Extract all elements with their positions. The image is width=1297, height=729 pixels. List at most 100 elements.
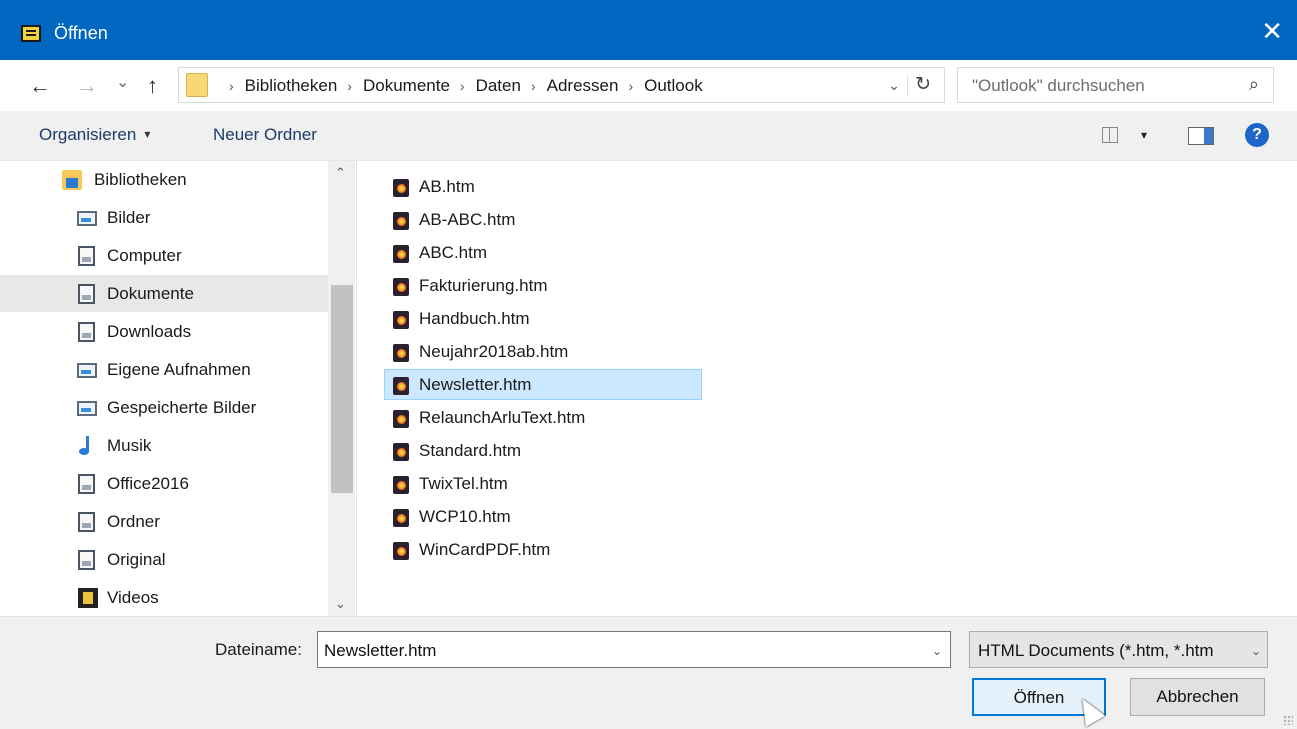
- nav-item-bibliotheken[interactable]: Bibliotheken: [0, 161, 328, 198]
- html-file-icon: [393, 476, 409, 494]
- nav-item-label: Original: [107, 550, 166, 569]
- chevron-up-icon[interactable]: ⌃: [335, 165, 346, 181]
- html-file-icon: [393, 443, 409, 461]
- html-file-icon: [393, 245, 409, 263]
- html-file-icon: [393, 179, 409, 197]
- chevron-right-icon[interactable]: ›: [628, 78, 633, 94]
- file-item-selected[interactable]: Newsletter.htm: [384, 369, 702, 400]
- new-folder-button[interactable]: Neuer Ordner: [213, 125, 317, 145]
- file-item[interactable]: ABC.htm: [384, 237, 702, 268]
- nav-item-musik[interactable]: Musik: [0, 427, 328, 464]
- file-item[interactable]: Neujahr2018ab.htm: [384, 336, 702, 367]
- file-name: WCP10.htm: [419, 507, 511, 526]
- address-row: ← → ⌄ ↑ › Bibliotheken › Dokumente › Dat…: [0, 60, 1297, 111]
- breadcrumb-item-bibliotheken[interactable]: Bibliotheken: [245, 76, 338, 96]
- nav-item-label: Ordner: [107, 512, 160, 531]
- nav-item-label: Computer: [107, 246, 182, 265]
- file-item[interactable]: Handbuch.htm: [384, 303, 702, 334]
- nav-item-bilder[interactable]: Bilder: [0, 199, 328, 236]
- close-icon[interactable]: ✕: [1261, 18, 1283, 44]
- nav-item-label: Office2016: [107, 474, 189, 493]
- chevron-right-icon[interactable]: ›: [531, 78, 536, 94]
- nav-item-videos[interactable]: Videos: [0, 579, 328, 616]
- nav-item-label: Bilder: [107, 208, 151, 227]
- forward-arrow-icon[interactable]: →: [76, 73, 98, 99]
- file-name: Neujahr2018ab.htm: [419, 342, 569, 361]
- organize-button[interactable]: Organisieren ▾: [39, 125, 150, 145]
- divider: [907, 74, 908, 96]
- chevron-right-icon[interactable]: ›: [347, 78, 352, 94]
- pictures-icon: [77, 401, 97, 416]
- preview-pane-icon[interactable]: [1188, 127, 1214, 145]
- folder-icon: [186, 73, 208, 97]
- filetype-select[interactable]: HTML Documents (*.htm, *.htm ⌄: [969, 631, 1268, 668]
- chevron-down-icon[interactable]: ⌄: [888, 77, 900, 94]
- nav-item-ordner[interactable]: Ordner: [0, 503, 328, 540]
- recent-locations-icon[interactable]: ⌄: [116, 72, 129, 92]
- nav-item-eigene-aufnahmen[interactable]: Eigene Aufnahmen: [0, 351, 328, 388]
- html-file-icon: [393, 278, 409, 296]
- chevron-down-icon[interactable]: ⌄: [335, 596, 346, 612]
- nav-item-label: Gespeicherte Bilder: [107, 398, 257, 417]
- document-icon: [78, 512, 95, 532]
- chevron-down-icon[interactable]: ⌄: [1246, 644, 1261, 658]
- file-item[interactable]: RelaunchArluText.htm: [384, 402, 702, 433]
- filename-value: Newsletter.htm: [324, 641, 437, 660]
- breadcrumb-item-outlook[interactable]: Outlook: [644, 76, 703, 96]
- breadcrumb-item-daten[interactable]: Daten: [476, 76, 521, 96]
- file-name: Newsletter.htm: [419, 375, 532, 394]
- file-item[interactable]: WCP10.htm: [384, 501, 702, 532]
- help-icon[interactable]: ?: [1245, 123, 1269, 147]
- html-file-icon: [393, 542, 409, 560]
- file-name: AB-ABC.htm: [419, 210, 516, 229]
- chevron-right-icon[interactable]: ›: [460, 78, 465, 94]
- file-item[interactable]: WinCardPDF.htm: [384, 534, 702, 565]
- file-item[interactable]: Standard.htm: [384, 435, 702, 466]
- resize-grip-icon[interactable]: [1283, 715, 1293, 725]
- back-arrow-icon[interactable]: ←: [29, 73, 51, 99]
- refresh-icon[interactable]: ↻: [915, 73, 931, 96]
- scrollbar-thumb[interactable]: [331, 285, 353, 493]
- nav-item-dokumente[interactable]: Dokumente: [0, 275, 328, 312]
- html-file-icon: [393, 509, 409, 527]
- html-file-icon: [393, 344, 409, 362]
- file-name: AB.htm: [419, 177, 475, 196]
- pictures-icon: [77, 363, 97, 378]
- file-name: Fakturierung.htm: [419, 276, 548, 295]
- html-file-icon: [393, 377, 409, 395]
- file-item[interactable]: AB.htm: [384, 171, 702, 202]
- command-bar: Organisieren ▾ Neuer Ordner ▾ ?: [0, 111, 1297, 161]
- nav-item-office2016[interactable]: Office2016: [0, 465, 328, 502]
- nav-item-label: Dokumente: [107, 284, 194, 303]
- search-icon[interactable]: ⌕: [1249, 74, 1259, 95]
- organize-label: Organisieren: [39, 125, 137, 144]
- view-options-icon[interactable]: [1102, 127, 1118, 143]
- window-title: Öffnen: [54, 23, 108, 43]
- up-arrow-icon[interactable]: ↑: [147, 73, 158, 99]
- cancel-button[interactable]: Abbrechen: [1130, 678, 1265, 716]
- nav-item-label: Bibliotheken: [94, 170, 187, 189]
- navigation-pane: Bibliotheken Bilder Computer Dokumente D…: [0, 161, 357, 616]
- file-item[interactable]: TwixTel.htm: [384, 468, 702, 499]
- document-icon: [78, 322, 95, 342]
- file-name: Standard.htm: [419, 441, 522, 460]
- nav-item-downloads[interactable]: Downloads: [0, 313, 328, 350]
- nav-item-gespeicherte-bilder[interactable]: Gespeicherte Bilder: [0, 389, 328, 426]
- file-name: Handbuch.htm: [419, 309, 530, 328]
- chevron-down-icon[interactable]: ▾: [1141, 128, 1147, 142]
- filename-field[interactable]: Newsletter.htm ⌄: [317, 631, 951, 668]
- chevron-down-icon[interactable]: ⌄: [932, 644, 942, 658]
- breadcrumb-item-adressen[interactable]: Adressen: [547, 76, 619, 96]
- breadcrumb-item-dokumente[interactable]: Dokumente: [363, 76, 450, 96]
- search-input[interactable]: "Outlook" durchsuchen ⌕: [957, 67, 1274, 103]
- pictures-icon: [77, 211, 97, 226]
- file-item[interactable]: Fakturierung.htm: [384, 270, 702, 301]
- document-icon: [78, 246, 95, 266]
- nav-scrollbar[interactable]: ⌃ ⌄: [328, 161, 355, 616]
- nav-item-original[interactable]: Original: [0, 541, 328, 578]
- title-bar: Öffnen ✕: [0, 0, 1297, 60]
- file-item[interactable]: AB-ABC.htm: [384, 204, 702, 235]
- breadcrumb[interactable]: › Bibliotheken › Dokumente › Daten › Adr…: [178, 67, 945, 103]
- documents-icon: [78, 284, 95, 304]
- nav-item-computer[interactable]: Computer: [0, 237, 328, 274]
